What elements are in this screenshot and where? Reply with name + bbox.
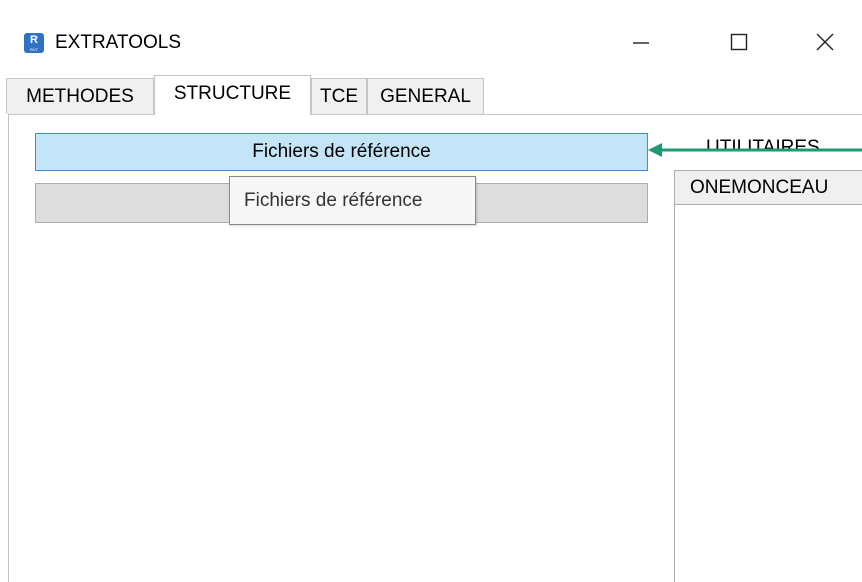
- maximize-button[interactable]: [714, 22, 764, 62]
- window-title: EXTRATOOLS: [55, 32, 181, 53]
- title-bar[interactable]: R RVT EXTRATOOLS: [0, 0, 862, 76]
- annotation-arrow-icon: [648, 143, 862, 157]
- app-icon-sub: RVT: [30, 47, 38, 52]
- onemonceau-button[interactable]: ONEMONCEAU: [674, 170, 862, 205]
- revit-app-icon: R RVT: [24, 33, 44, 53]
- app-icon-letter: R: [30, 34, 38, 46]
- close-icon: [816, 33, 834, 51]
- tab-methodes[interactable]: METHODES: [6, 78, 154, 114]
- minimize-button[interactable]: [616, 22, 666, 62]
- fichiers-de-reference-button[interactable]: Fichiers de référence: [35, 133, 648, 171]
- tab-strip: METHODES STRUCTURE TCE GENERAL: [6, 75, 862, 115]
- extratools-window: R RVT EXTRATOOLS METHODES STRUCTURE TCE …: [0, 0, 862, 582]
- minimize-icon: [633, 42, 649, 44]
- close-button[interactable]: [800, 22, 850, 62]
- tab-tce[interactable]: TCE: [311, 78, 367, 114]
- tab-general[interactable]: GENERAL: [367, 78, 484, 114]
- maximize-icon: [730, 33, 748, 51]
- utilitaires-list: [674, 170, 862, 582]
- tooltip: Fichiers de référence: [229, 176, 476, 225]
- tab-structure[interactable]: STRUCTURE: [154, 75, 311, 115]
